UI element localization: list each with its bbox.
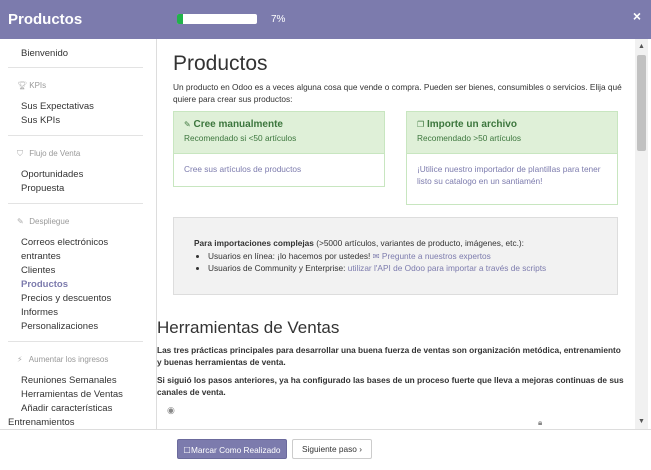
card-header: ❐ Importe un archivo Recomendado >50 art…: [407, 112, 617, 154]
bullet-text: Usuarios de Community y Enterprise:: [208, 263, 348, 273]
intro-text: Un producto en Odoo es a veces alguna co…: [173, 82, 622, 104]
complex-import-heading: Para importaciones complejas (>5000 artí…: [194, 238, 524, 248]
sidebar-divider: [8, 341, 143, 342]
sidebar-item-reuniones[interactable]: Reuniones Semanales: [21, 375, 117, 386]
planner-title: Productos: [8, 11, 83, 28]
sidebar-item-caracteristicas[interactable]: Añadir características: [21, 403, 112, 414]
scroll-down-arrow-icon[interactable]: ▼: [638, 418, 645, 425]
card-title-text: Importe un archivo: [426, 119, 517, 130]
edit-icon: ✎: [184, 120, 191, 129]
sidebar-category-aumentar: ⚡︎ Aumentar los ingresos: [17, 355, 108, 364]
list-item: Usuarios en línea: ¡lo hacemos por usted…: [208, 250, 546, 262]
complex-import-box: Para importaciones complejas (>5000 artí…: [173, 217, 618, 295]
complex-import-list: Usuarios en línea: ¡lo hacemos por usted…: [194, 250, 546, 274]
wrench-icon: ✎: [17, 217, 24, 226]
sidebar-item-correos[interactable]: Correos electrónicos: [21, 237, 108, 248]
scroll-thumb[interactable]: [637, 55, 646, 151]
card-import-file: ❐ Importe un archivo Recomendado >50 art…: [406, 111, 618, 205]
card-subtitle: Recomendado si <50 artículos: [184, 133, 297, 143]
progress-fill: [177, 14, 183, 24]
copy-icon: ❐: [417, 120, 425, 129]
ask-experts-label: Pregunte a nuestros expertos: [381, 251, 491, 261]
chevron-right-icon: ›: [359, 444, 362, 454]
lock-icon: 🔒︎: [538, 418, 543, 427]
card-create-manual: ✎ Cree manualmente Recomendado si <50 ar…: [173, 111, 385, 187]
sidebar-category-kpis: 🏆︎ KPIs: [17, 81, 46, 90]
close-icon[interactable]: ×: [633, 8, 641, 24]
sales-tools-paragraph-2: Si siguió los pasos anteriores, ya ha co…: [157, 375, 624, 397]
page-title: Productos: [173, 52, 268, 75]
sidebar-item-propuesta[interactable]: Propuesta: [21, 183, 64, 194]
card-title-text: Cree manualmente: [193, 119, 283, 130]
eye-icon[interactable]: ◉: [167, 405, 175, 416]
envelope-icon: ✉: [372, 251, 380, 261]
sidebar-item-clientes[interactable]: Clientes: [21, 265, 55, 276]
sidebar-divider: [8, 67, 143, 68]
sidebar-item-personalizaciones[interactable]: Personalizaciones: [21, 321, 98, 332]
sidebar-item-precios[interactable]: Precios y descuentos: [21, 293, 111, 304]
card-title: ❐ Importe un archivo: [417, 119, 607, 130]
tag-icon: ⛉: [17, 149, 23, 158]
sidebar-item-productos[interactable]: Productos: [21, 279, 68, 290]
card-title: ✎ Cree manualmente: [184, 119, 374, 130]
sidebar: Bienvenido 🏆︎ KPIs Sus Expectativas Sus …: [0, 39, 157, 429]
progress-percent: 7%: [271, 14, 286, 25]
sidebar-item-bienvenido[interactable]: Bienvenido: [21, 48, 68, 59]
card-subtitle: Recomendado >50 artículos: [417, 133, 522, 143]
sidebar-category-label: Aumentar los ingresos: [28, 355, 109, 364]
mark-done-button[interactable]: ☐Marcar Como Realizado: [177, 439, 287, 459]
api-import-link[interactable]: utilizar l'API de Odoo para importar a t…: [348, 263, 547, 273]
sidebar-item-entrenamientos[interactable]: Entrenamientos: [8, 417, 75, 428]
create-products-link[interactable]: Cree sus artículos de productos: [174, 154, 384, 184]
next-step-label: Siguiente paso: [302, 444, 357, 454]
sidebar-divider: [8, 135, 143, 136]
sidebar-category-label: Flujo de Venta: [29, 149, 81, 158]
bolt-icon: ⚡︎: [17, 355, 23, 364]
sales-tools-paragraph-1: Las tres prácticas principales para desa…: [157, 345, 621, 367]
sidebar-category-label: Despliegue: [29, 217, 70, 226]
progress-bar: [177, 14, 257, 24]
bullet-text: Usuarios en línea: ¡lo hacemos por usted…: [208, 251, 373, 261]
sidebar-item-expectativas[interactable]: Sus Expectativas: [21, 101, 94, 112]
trophy-icon: 🏆︎: [17, 81, 28, 90]
sidebar-category-despliegue: ✎ Despliegue: [17, 217, 69, 226]
sidebar-divider: [8, 203, 143, 204]
mark-done-label: Marcar Como Realizado: [190, 445, 281, 455]
sidebar-item-correos-entrantes[interactable]: entrantes: [21, 251, 61, 262]
ask-experts-link[interactable]: ✉ Pregunte a nuestros expertos: [373, 251, 491, 261]
checkbox-icon: ☐: [183, 445, 191, 455]
section-title: Herramientas de Ventas: [157, 318, 340, 337]
card-header: ✎ Cree manualmente Recomendado si <50 ar…: [174, 112, 384, 154]
sidebar-category-label: KPIs: [29, 81, 47, 90]
list-item: Usuarios de Community y Enterprise: util…: [208, 262, 546, 274]
scroll-up-arrow-icon[interactable]: ▲: [638, 43, 645, 50]
next-step-button[interactable]: Siguiente paso ›: [292, 439, 372, 459]
footer-bar: ☐Marcar Como Realizado Siguiente paso ›: [0, 429, 651, 470]
sidebar-item-oportunidades[interactable]: Oportunidades: [21, 169, 83, 180]
sidebar-category-flujo: ⛉ Flujo de Venta: [17, 149, 80, 159]
header-bar: Productos 7% ×: [0, 0, 651, 39]
complex-import-bold: Para importaciones complejas: [194, 238, 314, 248]
import-template-link[interactable]: ¡Utilice nuestro importador de plantilla…: [407, 154, 617, 196]
content-scrollbar[interactable]: ▲ ▼: [635, 39, 648, 429]
main-content: Productos Un producto en Odoo es a veces…: [157, 39, 635, 429]
complex-import-rest: (>5000 artículos, variantes de producto,…: [313, 238, 524, 248]
sidebar-item-kpis[interactable]: Sus KPIs: [21, 115, 60, 126]
sidebar-item-herramientas[interactable]: Herramientas de Ventas: [21, 389, 123, 400]
sidebar-item-informes[interactable]: Informes: [21, 307, 58, 318]
